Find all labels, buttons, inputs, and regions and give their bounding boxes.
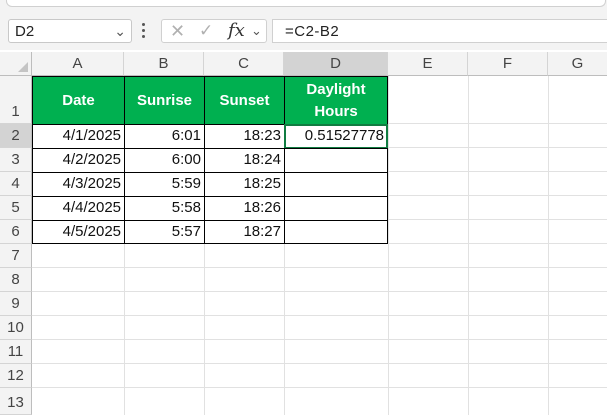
row-header-2[interactable]: 2: [0, 124, 32, 148]
gridline: [32, 267, 607, 268]
gridline: [388, 219, 607, 220]
cell-a5[interactable]: 4/4/2025: [32, 196, 125, 221]
chevron-down-icon[interactable]: ⌄: [251, 23, 262, 39]
cell-b5[interactable]: 5:58: [124, 196, 205, 221]
cell-a6[interactable]: 4/5/2025: [32, 220, 125, 244]
cell-b4[interactable]: 5:59: [124, 172, 205, 197]
cell-d3[interactable]: [284, 148, 388, 173]
gridline: [388, 147, 607, 148]
gridline: [388, 123, 607, 124]
chevron-down-icon[interactable]: ⌄: [114, 23, 126, 40]
header-sunrise[interactable]: Sunrise: [124, 76, 205, 125]
row-header-4[interactable]: 4: [0, 172, 32, 196]
cell-c3[interactable]: 18:24: [204, 148, 285, 173]
formula-bar-area: D2 ⌄ ✕ ✓ fx ⌄ =C2-B2: [0, 12, 607, 50]
cell-a3[interactable]: 4/2/2025: [32, 148, 125, 173]
gridline: [388, 195, 607, 196]
column-header-g[interactable]: G: [548, 52, 607, 76]
row-header-3[interactable]: 3: [0, 148, 32, 172]
name-box[interactable]: D2 ⌄: [8, 19, 132, 43]
formula-input[interactable]: =C2-B2: [272, 19, 607, 43]
select-all-corner[interactable]: [0, 52, 32, 76]
row-header-10[interactable]: 10: [0, 316, 32, 340]
cell-d4[interactable]: [284, 172, 388, 197]
cancel-icon[interactable]: ✕: [170, 21, 185, 42]
gridline: [32, 339, 607, 340]
formula-controls: ✕ ✓ fx ⌄: [161, 19, 267, 43]
cell-c6[interactable]: 18:27: [204, 220, 285, 244]
column-header-e[interactable]: E: [388, 52, 468, 76]
column-header-a[interactable]: A: [32, 52, 124, 76]
column-header-d[interactable]: D: [284, 52, 388, 76]
row-header-1[interactable]: 1: [0, 76, 32, 124]
cell-c2[interactable]: 18:23: [204, 124, 285, 149]
gridline: [388, 76, 389, 415]
row-header-9[interactable]: 9: [0, 292, 32, 316]
cell-b3[interactable]: 6:00: [124, 148, 205, 173]
gridline: [124, 244, 125, 415]
gridline: [388, 171, 607, 172]
cell-b2[interactable]: 6:01: [124, 124, 205, 149]
formula-text: =C2-B2: [285, 23, 340, 40]
gridline: [284, 244, 285, 415]
gridline: [548, 76, 549, 415]
column-header-c[interactable]: C: [204, 52, 284, 76]
header-daylight-hours[interactable]: Daylight Hours: [284, 76, 388, 125]
gridline: [32, 315, 607, 316]
cell-b6[interactable]: 5:57: [124, 220, 205, 244]
column-header-b[interactable]: B: [124, 52, 204, 76]
gridline: [32, 291, 607, 292]
gridline: [468, 76, 469, 415]
row-header-11[interactable]: 11: [0, 340, 32, 364]
name-box-value: D2: [15, 23, 35, 40]
ribbon-bottom-edge: [0, 0, 607, 12]
gridline: [32, 387, 607, 388]
insert-function-icon[interactable]: fx: [228, 20, 245, 41]
cell-d2-selected[interactable]: 0.51527778: [284, 124, 388, 149]
row-header-6[interactable]: 6: [0, 220, 32, 244]
row-header-8[interactable]: 8: [0, 268, 32, 292]
header-date[interactable]: Date: [32, 76, 125, 125]
cell-a4[interactable]: 4/3/2025: [32, 172, 125, 197]
row-header-13[interactable]: 13: [0, 388, 32, 415]
cell-c4[interactable]: 18:25: [204, 172, 285, 197]
column-header-f[interactable]: F: [468, 52, 548, 76]
row-header-7[interactable]: 7: [0, 244, 32, 268]
row-header-5[interactable]: 5: [0, 196, 32, 220]
cell-d5[interactable]: [284, 196, 388, 221]
header-sunset[interactable]: Sunset: [204, 76, 285, 125]
enter-check-icon[interactable]: ✓: [199, 21, 213, 41]
cell-d6[interactable]: [284, 220, 388, 244]
gridline: [204, 244, 205, 415]
row-header-12[interactable]: 12: [0, 364, 32, 388]
gridline: [32, 363, 607, 364]
more-options-icon[interactable]: [142, 23, 146, 39]
cell-c5[interactable]: 18:26: [204, 196, 285, 221]
cell-a2[interactable]: 4/1/2025: [32, 124, 125, 149]
